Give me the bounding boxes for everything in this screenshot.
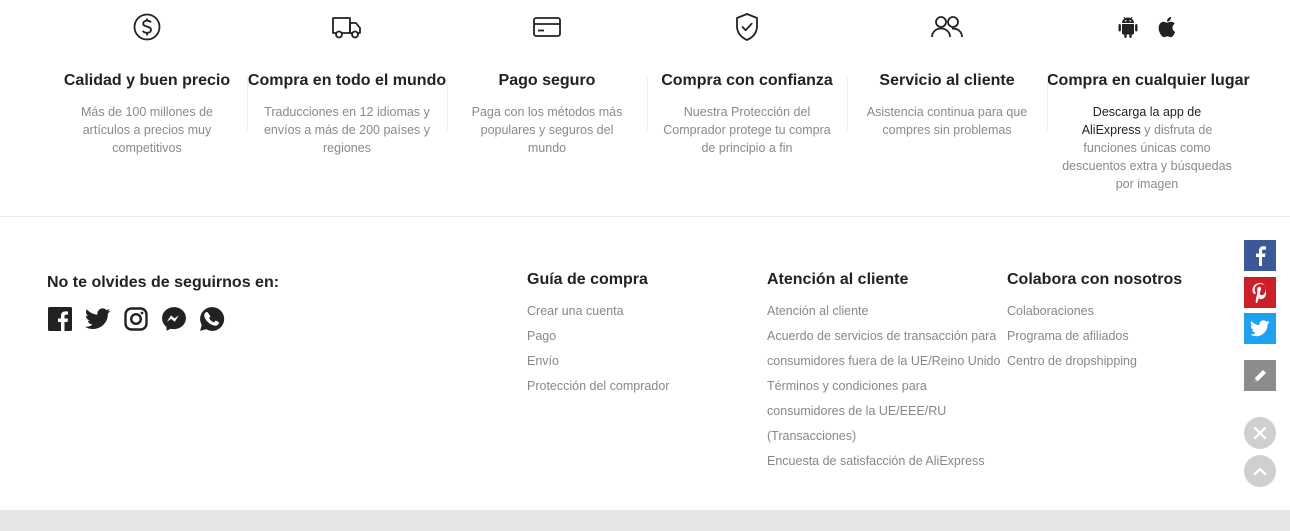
footer-column-atencion: Atención al cliente Atención al cliente … [767,271,1000,474]
truck-icon [332,17,361,39]
dollar-circle-icon [133,13,161,41]
footer-link[interactable]: Colaboraciones [1007,299,1182,324]
feature-description: Nuestra Protección del Comprador protege… [663,105,831,155]
twitter-icon[interactable] [85,306,111,332]
feature-worldwide: Compra en todo el mundo Traducciones en … [247,0,447,200]
twitter-share-button[interactable] [1244,313,1276,344]
feature-buyer-protection: Compra con confianza Nuestra Protección … [647,0,847,200]
footer-link[interactable]: Pago [527,324,669,349]
feature-description: Traducciones en 12 idiomas y envíos a má… [263,105,431,155]
pinterest-share-button[interactable] [1244,277,1276,308]
facebook-icon[interactable] [47,306,73,332]
back-to-top-button[interactable] [1244,455,1276,487]
footer-link[interactable]: Acuerdo de servicios de transacción para [767,324,1000,349]
footer-link[interactable]: Envío [527,349,669,374]
chevron-up-icon [1253,467,1267,476]
features-row: Calidad y buen precio Más de 100 millone… [47,0,1250,200]
feature-title: Servicio al cliente [879,72,1015,89]
pencil-icon [1254,369,1266,382]
feature-quality: Calidad y buen precio Más de 100 millone… [47,0,247,200]
twitter-bird-icon [1250,320,1270,337]
column-title: Atención al cliente [767,271,909,288]
follow-title: No te olvides de seguirnos en: [47,274,280,291]
footer-link[interactable]: Centro de dropshipping [1007,349,1182,374]
footer-column-guia: Guía de compra Crear una cuenta Pago Env… [527,271,669,399]
close-icon [1253,426,1267,440]
feature-description: Asistencia continua para que compres sin… [866,105,1028,137]
pinterest-p-icon [1252,282,1267,303]
footer-link[interactable]: (Transacciones) [767,424,1000,449]
social-icons [47,306,279,332]
section-divider [0,216,1290,217]
instagram-icon[interactable] [123,306,149,332]
footer-link[interactable]: Protección del comprador [527,374,669,399]
footer-link[interactable]: Crear una cuenta [527,299,669,324]
edit-button[interactable] [1244,360,1276,391]
footer-link[interactable]: Atención al cliente [767,299,1000,324]
footer-link[interactable]: consumidores de la UE/EEE/RU [767,399,1000,424]
column-title: Colabora con nosotros [1007,271,1183,288]
users-icon [931,16,963,38]
close-button[interactable] [1244,417,1276,449]
credit-card-icon [533,17,561,37]
apple-icon[interactable] [1155,15,1177,39]
footer-column-colabora: Colabora con nosotros Colaboraciones Pro… [1007,271,1182,374]
feature-description: Descarga la app de AliExpress y disfruta… [1062,103,1232,193]
feature-shop-anywhere: Compra en cualquier lugar Descarga la ap… [1047,0,1250,200]
whatsapp-icon[interactable] [199,306,225,332]
feature-customer-service: Servicio al cliente Asistencia continua … [847,0,1047,200]
feature-title: Calidad y buen precio [63,72,231,89]
bottom-bar [0,510,1290,531]
feature-title: Compra con confianza [661,72,833,89]
feature-title: Compra en cualquier lugar [1047,72,1250,89]
footer-link[interactable]: Términos y condiciones para [767,374,1000,399]
feature-description: Paga con los métodos más populares y seg… [471,105,623,155]
facebook-f-icon [1256,245,1266,266]
facebook-share-button[interactable] [1244,240,1276,271]
messenger-icon[interactable] [161,306,187,332]
column-title: Guía de compra [527,271,648,288]
footer-link[interactable]: Encuesta de satisfacción de AliExpress [767,449,1000,474]
shield-check-icon [736,13,758,41]
android-icon[interactable] [1117,15,1139,39]
footer-link[interactable]: Programa de afiliados [1007,324,1182,349]
feature-title: Compra en todo el mundo [247,72,447,89]
feature-description: Más de 100 millones de artículos a preci… [80,105,214,155]
feature-title: Pago seguro [498,72,596,89]
follow-us: No te olvides de seguirnos en: [47,274,279,332]
feature-secure-payment: Pago seguro Paga con los métodos más pop… [447,0,647,200]
footer-link[interactable]: consumidores fuera de la UE/Reino Unido [767,349,1000,374]
